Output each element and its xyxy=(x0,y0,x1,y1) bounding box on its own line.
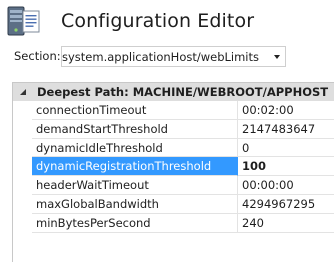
collapse-triangle-icon[interactable] xyxy=(18,87,28,97)
header: Configuration Editor xyxy=(0,0,334,44)
row-gutter xyxy=(13,194,32,214)
section-row: Section: system.applicationHost/webLimit… xyxy=(0,44,334,68)
property-name[interactable]: connectionTimeout xyxy=(32,101,238,120)
table-row[interactable]: dynamicIdleThreshold 0 xyxy=(13,138,334,158)
property-name[interactable]: headerWaitTimeout xyxy=(32,176,238,195)
table-row-selected[interactable]: dynamicRegistrationThreshold 100 xyxy=(13,157,334,177)
property-name[interactable]: minBytesPerSecond xyxy=(32,213,238,233)
section-value: system.applicationHost/webLimits xyxy=(62,50,260,64)
property-name[interactable]: dynamicRegistrationThreshold xyxy=(32,157,238,177)
property-name[interactable]: dynamicIdleThreshold xyxy=(32,138,238,158)
row-gutter xyxy=(13,157,32,177)
property-value[interactable]: 00:00:00 xyxy=(238,176,334,195)
property-rows: connectionTimeout 00:02:00 demandStartTh… xyxy=(13,101,334,233)
table-row[interactable]: headerWaitTimeout 00:00:00 xyxy=(13,176,334,195)
property-name[interactable]: maxGlobalBandwidth xyxy=(32,194,238,214)
row-gutter xyxy=(13,101,32,120)
table-row[interactable]: minBytesPerSecond 240 xyxy=(13,213,334,233)
grid-group-header[interactable]: Deepest Path: MACHINE/WEBROOT/APPHOST xyxy=(13,83,334,101)
row-gutter xyxy=(13,119,32,139)
grid-header-text: Deepest Path: MACHINE/WEBROOT/APPHOST xyxy=(37,85,329,99)
configuration-editor-icon xyxy=(7,6,40,36)
section-label: Section: xyxy=(14,49,61,63)
property-grid: Deepest Path: MACHINE/WEBROOT/APPHOST co… xyxy=(12,82,334,262)
table-row[interactable]: maxGlobalBandwidth 4294967295 xyxy=(13,194,334,214)
property-value[interactable]: 2147483647 xyxy=(238,120,334,139)
property-name[interactable]: demandStartThreshold xyxy=(32,119,238,139)
property-value[interactable]: 240 xyxy=(238,214,334,233)
section-dropdown[interactable]: system.applicationHost/webLimits xyxy=(61,46,286,67)
property-value[interactable]: 00:02:00 xyxy=(238,101,334,120)
page-title: Configuration Editor xyxy=(61,10,255,32)
table-row[interactable]: connectionTimeout 00:02:00 xyxy=(13,101,334,120)
property-value[interactable]: 100 xyxy=(238,157,334,177)
row-gutter xyxy=(13,138,32,158)
row-gutter xyxy=(13,176,32,195)
configuration-editor-window: Configuration Editor Section: system.app… xyxy=(0,0,334,262)
property-value[interactable]: 0 xyxy=(238,139,334,158)
chevron-down-icon[interactable] xyxy=(274,55,280,59)
row-gutter xyxy=(13,213,32,233)
table-row[interactable]: demandStartThreshold 2147483647 xyxy=(13,119,334,139)
property-value[interactable]: 4294967295 xyxy=(238,195,334,214)
